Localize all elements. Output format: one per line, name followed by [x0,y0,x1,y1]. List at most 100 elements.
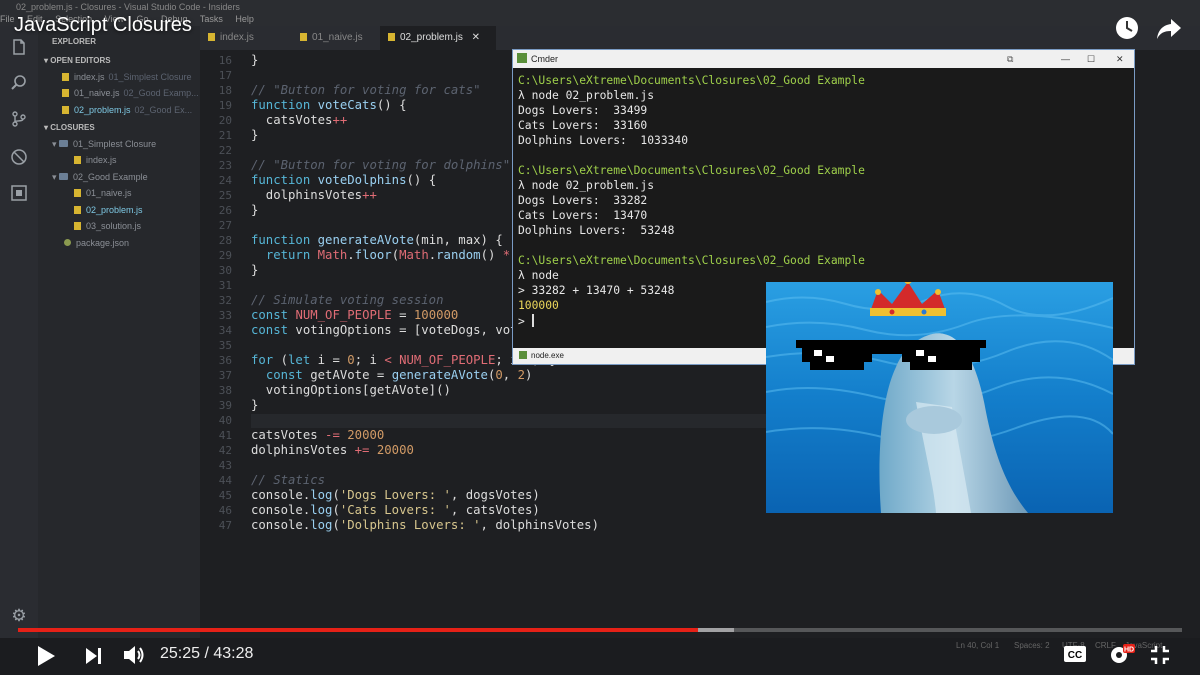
files-icon[interactable] [9,38,29,58]
terminal-path: C:\Users\eXtreme\Documents\Closures\02_G… [518,164,865,177]
line-number: 22 [218,144,232,157]
tab-index-js[interactable]: index.js [200,26,262,50]
tree-folder[interactable]: ▾ 01_Simplest Closure [52,138,156,150]
code-line: dolphinsVotes++ [251,188,377,202]
terminal-prompt[interactable]: > [518,314,534,328]
next-icon[interactable] [84,646,104,671]
window-title: 02_problem.js - Closures - Visual Studio… [16,2,240,12]
vscode-title-bar: 02_problem.js - Closures - Visual Studio… [0,0,1200,14]
tree-file[interactable]: 02_problem.js [74,204,143,216]
explorer-sidebar: EXPLORER ▾ OPEN EDITORS index.js 01_Simpl… [38,26,200,638]
terminal-path: C:\Users\eXtreme\Documents\Closures\02_G… [518,254,865,267]
share-icon[interactable] [1156,17,1182,46]
exit-fullscreen-icon[interactable] [1150,645,1170,670]
tab-naive-js[interactable]: 01_naive.js [292,26,371,50]
volume-icon[interactable] [122,643,148,672]
extensions-icon[interactable] [9,184,29,204]
line-number: 17 [218,69,232,82]
close-icon[interactable]: ✕ [472,32,480,43]
code-line: catsVotes++ [251,113,348,127]
search-icon[interactable] [9,74,29,94]
line-number: 42 [218,444,232,457]
code-line: return Math.floor(Math.random() * (m [265,248,533,262]
code-line: } [251,263,259,277]
line-number: 46 [218,504,232,517]
line-number: 23 [218,159,232,172]
watch-later-icon[interactable] [1114,15,1140,46]
js-file-icon [74,206,81,214]
tree-file[interactable]: index.js [74,154,117,166]
line-number: 44 [218,474,232,487]
menu-help[interactable]: Help [235,14,254,24]
video-title[interactable]: JavaScript Closures [14,14,192,37]
status-spaces[interactable]: Spaces: 2 [1014,641,1050,650]
tab-problem-js[interactable]: 02_problem.js ✕ [380,26,496,51]
js-file-icon [300,33,307,41]
code-line: votingOptions[getAVote]() [251,383,451,397]
lambda-icon [519,351,527,359]
maximize-icon[interactable]: ☐ [1087,50,1095,68]
status-position[interactable]: Ln 40, Col 1 [956,641,999,650]
line-number: 18 [218,84,232,97]
line-number: 39 [218,399,232,412]
terminal-result: 100000 [518,299,559,312]
code-line: } [251,203,259,217]
terminal-tab[interactable]: node.exe [519,351,564,360]
cmder-title-bar[interactable]: Cmder ⧉ — ☐ ✕ [513,50,1134,68]
tree-folder[interactable]: ▾ 02_Good Example [52,171,148,183]
js-file-icon [62,89,69,97]
line-number: 27 [218,219,232,232]
line-number: 29 [218,249,232,262]
source-control-icon[interactable] [9,110,29,130]
line-number: 38 [218,384,232,397]
code-line: // Statics [251,473,326,487]
code-line: function voteDolphins() { [251,173,437,187]
open-editor-item[interactable]: 02_problem.js 02_Good Ex... [62,104,192,116]
menu-file[interactable]: File [0,14,15,24]
line-number: 36 [218,354,232,367]
captions-icon[interactable]: CC [1063,645,1087,668]
settings-gear-icon[interactable]: ⚙ [9,606,29,626]
terminal-command: λ node 02_problem.js [518,89,655,102]
time-display: 25:25 / 43:28 [160,645,254,662]
open-editors-section[interactable]: ▾ OPEN EDITORS [44,55,111,67]
line-number: 16 [218,54,232,67]
code-line: const NUM_OF_PEOPLE = 100000 [251,308,459,322]
code-line: // Simulate voting session [251,293,444,307]
menu-tasks[interactable]: Tasks [200,14,223,24]
explorer-header: EXPLORER [52,37,97,46]
tree-file[interactable]: 01_naive.js [74,187,132,199]
json-file-icon [64,239,71,246]
minimize-icon[interactable]: — [1061,50,1070,68]
code-line: function voteCats() { [251,98,407,112]
code-line: const votingOptions = [voteDogs, voteC [251,323,533,337]
tree-file[interactable]: package.json [64,237,129,249]
code-line: const getAVote = generateAVote(0, 2) [265,368,533,382]
restore-icon[interactable]: ⧉ [1007,50,1013,68]
debug-icon[interactable] [9,148,29,168]
line-number: 32 [218,294,232,307]
editor-tabs: index.js 01_naive.js 02_problem.js ✕ [200,26,1200,51]
terminal-path: C:\Users\eXtreme\Documents\Closures\02_G… [518,74,865,87]
line-number: 33 [218,309,232,322]
line-number: 31 [218,279,232,292]
open-editor-item[interactable]: index.js 01_Simplest Closure [62,71,192,83]
terminal-output: > 33282 + 13470 + 53248 [518,284,675,297]
line-number: 35 [218,339,232,352]
play-icon[interactable] [36,645,56,672]
line-number: 25 [218,189,232,202]
tree-file[interactable]: 03_solution.js [74,220,141,232]
settings-icon[interactable]: HD [1108,643,1136,670]
terminal-output: Dogs Lovers: 33499 [518,104,648,117]
line-number: 20 [218,114,232,127]
close-icon[interactable]: ✕ [1116,50,1124,68]
activity-bar: ⚙ [0,26,38,638]
line-number: 21 [218,129,232,142]
js-file-icon [208,33,215,41]
folder-icon [59,140,69,147]
project-section[interactable]: ▾ CLOSURES [44,122,95,134]
open-editor-item[interactable]: 01_naive.js 02_Good Examp... [62,87,199,99]
terminal-command: λ node [518,269,559,282]
line-number: 24 [218,174,232,187]
svg-text:HD: HD [1124,647,1134,654]
